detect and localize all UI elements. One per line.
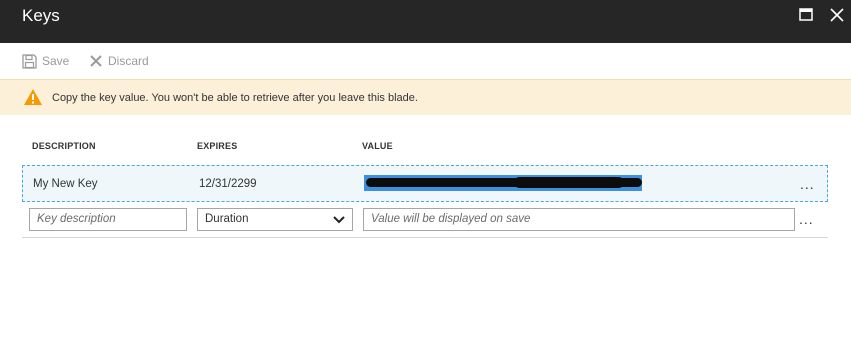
save-button[interactable]: Save <box>22 52 69 70</box>
key-expires-cell: 12/31/2299 <box>199 178 257 190</box>
warning-icon <box>23 88 43 111</box>
key-value-cell[interactable] <box>364 175 642 191</box>
maximize-icon[interactable] <box>798 6 816 24</box>
key-value-input[interactable]: Value will be displayed on save <box>363 208 795 231</box>
command-bar: Save Discard <box>0 43 851 79</box>
blade-title: Keys <box>22 6 60 25</box>
key-description-input[interactable]: Key description <box>29 208 187 231</box>
new-row-more-button[interactable]: ... <box>799 211 814 227</box>
table-row[interactable]: My New Key 12/31/2299 ... <box>22 165 828 202</box>
discard-icon <box>89 54 103 68</box>
close-icon[interactable] <box>828 6 846 24</box>
warning-banner: Copy the key value. You won't be able to… <box>0 79 851 115</box>
save-icon <box>22 53 37 69</box>
blade-titlebar: Keys <box>0 0 851 43</box>
column-header-value: VALUE <box>362 141 393 151</box>
chevron-down-icon <box>333 215 345 227</box>
warning-message: Copy the key value. You won't be able to… <box>52 92 418 104</box>
column-header-description: DESCRIPTION <box>32 141 96 151</box>
key-description-cell: My New Key <box>33 178 98 190</box>
duration-select[interactable]: Duration <box>197 208 353 231</box>
duration-selected-value: Duration <box>205 213 249 225</box>
column-header-expires: EXPIRES <box>197 141 238 151</box>
discard-button[interactable]: Discard <box>89 52 149 70</box>
row-more-button[interactable]: ... <box>800 176 815 192</box>
discard-label: Discard <box>108 54 149 68</box>
redaction-mark <box>514 177 624 188</box>
new-key-row: Key description Duration Value will be d… <box>22 202 828 238</box>
save-label: Save <box>42 54 70 68</box>
